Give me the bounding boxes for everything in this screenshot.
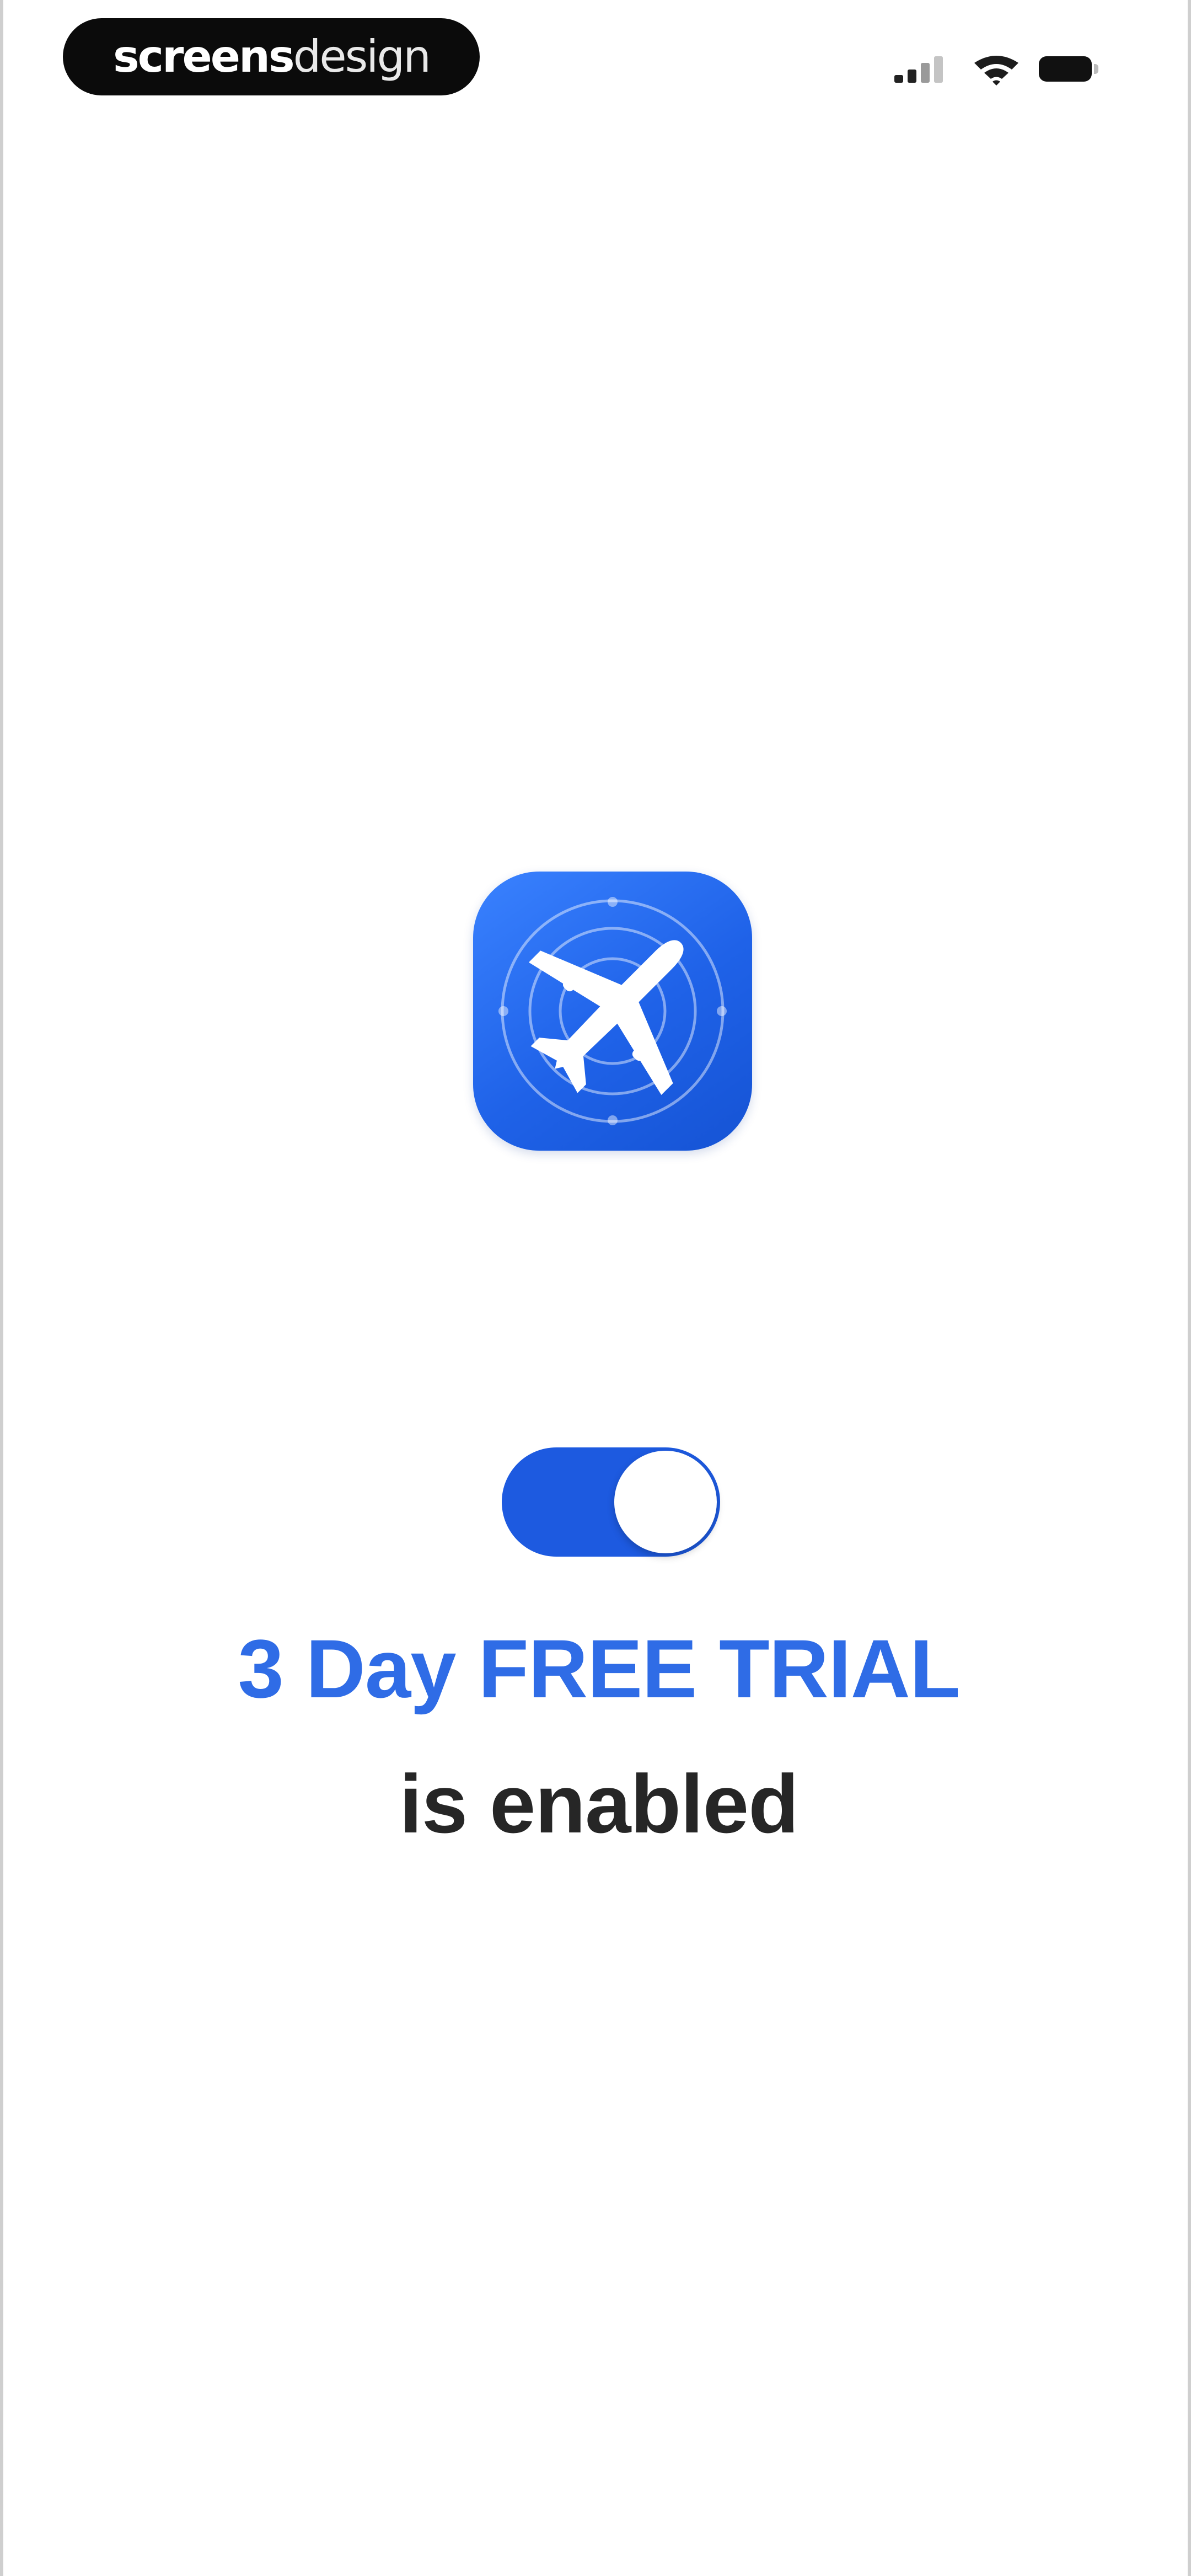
- free-trial-toggle[interactable]: [502, 1447, 720, 1557]
- airplane-radar-icon: [498, 897, 727, 1125]
- free-trial-heading: 3 Day FREE TRIAL: [238, 1622, 960, 1715]
- watermark-bold-text: screens: [113, 31, 295, 82]
- screensdesign-watermark: screens design: [63, 18, 480, 95]
- battery-icon: [1039, 56, 1099, 82]
- status-icons: [894, 51, 1115, 86]
- app-icon: [473, 872, 752, 1151]
- free-trial-status-text: is enabled: [399, 1757, 799, 1850]
- status-bar: screens design: [3, 0, 1191, 116]
- cellular-signal-icon: [894, 51, 955, 86]
- toggle-knob[interactable]: [614, 1451, 717, 1553]
- watermark-thin-text: design: [293, 31, 431, 82]
- wifi-icon: [974, 56, 1018, 85]
- screen-frame: screens design 3 Day FREE TRIAL is enabl…: [0, 0, 1191, 2576]
